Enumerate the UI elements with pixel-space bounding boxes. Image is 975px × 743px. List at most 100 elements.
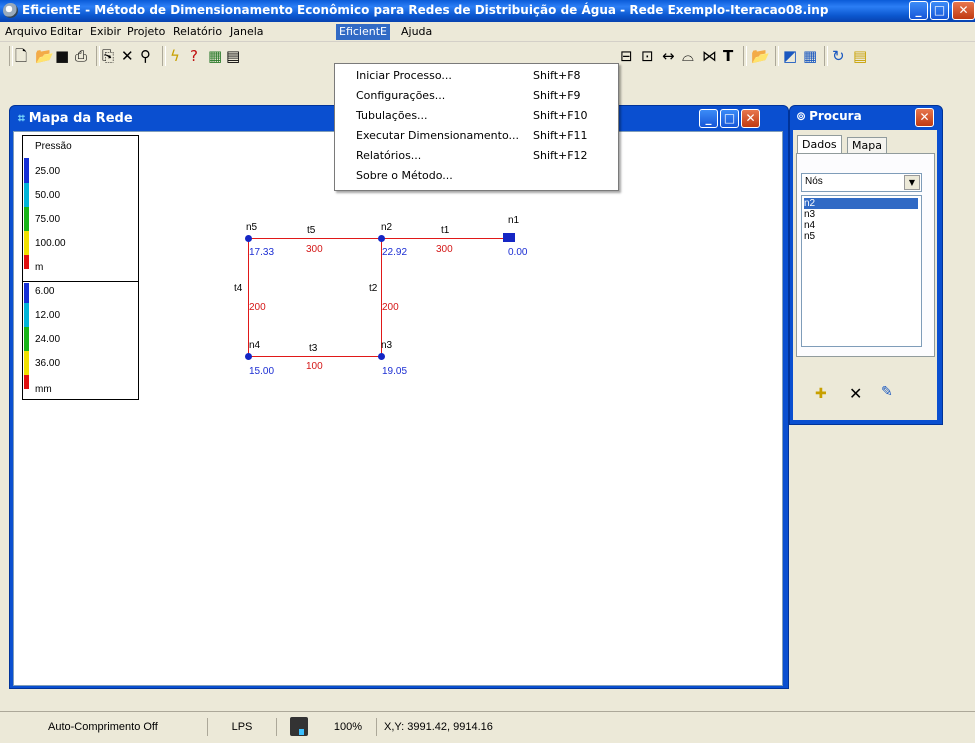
menu-eficiente[interactable]: EficientE xyxy=(336,24,390,40)
menu-item-label: Iniciar Processo... xyxy=(356,69,452,82)
legend-value: 25.00 xyxy=(35,166,61,177)
menu-ajuda[interactable]: Ajuda xyxy=(398,24,435,40)
legend-color xyxy=(24,231,29,255)
node-marker[interactable] xyxy=(245,235,252,242)
menu-item-label: Relatórios... xyxy=(356,149,422,162)
menu-item-label: Executar Dimensionamento... xyxy=(356,129,519,142)
refresh-icon[interactable]: ↻ xyxy=(832,48,845,64)
valve-icon[interactable]: ⋈ xyxy=(702,48,717,64)
node-list[interactable]: n2 n3 n4 n5 xyxy=(801,195,922,347)
procura-body: Dados Mapa Nós ▼ n2 n3 n4 n5 ✚ ✕ ✎ xyxy=(793,130,937,420)
pipe-label: t1 xyxy=(441,225,450,236)
map-icon[interactable]: ◩ xyxy=(783,48,797,64)
tab-mapa[interactable]: Mapa xyxy=(847,137,887,154)
add-item-icon[interactable]: ✚ xyxy=(815,386,827,402)
status-auto-length: Auto-Comprimento Off xyxy=(10,718,208,736)
minimize-button[interactable]: _ xyxy=(909,1,928,20)
open-project-icon[interactable]: 📂 xyxy=(751,48,770,64)
menu-projeto[interactable]: Projeto xyxy=(124,24,168,40)
menu-item-shortcut: Shift+F12 xyxy=(533,149,588,162)
legend-color xyxy=(24,303,29,327)
type-select-value: Nós xyxy=(805,176,823,187)
tank-icon[interactable]: ⊡ xyxy=(641,48,654,64)
pipe-value: 100 xyxy=(306,361,323,372)
table-icon[interactable]: ▤ xyxy=(226,48,240,64)
menu-item-executar-dimensionamento[interactable]: Executar Dimensionamento... Shift+F11 xyxy=(335,126,618,146)
pipe-value: 200 xyxy=(249,302,266,313)
node-marker[interactable] xyxy=(378,235,385,242)
close-button[interactable]: ✕ xyxy=(952,1,975,20)
edit-item-icon[interactable]: ✎ xyxy=(881,384,893,400)
pipe-value: 200 xyxy=(382,302,399,313)
save-icon[interactable]: ■ xyxy=(55,48,69,64)
procura-title: Procura xyxy=(809,109,862,123)
graph-icon[interactable]: ▦ xyxy=(208,48,222,64)
delete-icon[interactable]: ✕ xyxy=(121,48,134,64)
chevron-down-icon[interactable]: ▼ xyxy=(904,175,920,190)
open-folder-icon[interactable]: 📂 xyxy=(35,48,54,64)
menu-item-label: Tubulações... xyxy=(356,109,428,122)
map-minimize-button[interactable]: _ xyxy=(699,109,718,128)
menu-janela[interactable]: Janela xyxy=(227,24,267,40)
legend-color xyxy=(24,375,29,389)
map-close-button[interactable]: ✕ xyxy=(741,109,760,128)
menu-item-sobre-o-metodo[interactable]: Sobre o Método... xyxy=(335,166,618,186)
node-marker[interactable] xyxy=(245,353,252,360)
procura-titlebar[interactable]: ⊚ Procura xyxy=(796,109,862,123)
app-icon xyxy=(3,3,18,18)
legend-value: 75.00 xyxy=(35,214,61,225)
node-marker[interactable] xyxy=(378,353,385,360)
delete-item-icon[interactable]: ✕ xyxy=(849,384,862,403)
legend-value: 100.00 xyxy=(35,238,66,249)
find-icon[interactable]: ⚲ xyxy=(140,48,151,64)
list-item[interactable]: n5 xyxy=(804,231,918,242)
legend-color xyxy=(24,283,29,303)
pipe-value: 300 xyxy=(436,244,453,255)
procura-close-button[interactable]: ✕ xyxy=(915,108,934,127)
run-icon[interactable]: ϟ xyxy=(170,48,180,64)
status-units: LPS xyxy=(208,718,277,736)
pipe-icon[interactable]: ↔ xyxy=(662,48,675,64)
window-title: EficientE - Método de Dimensionamento Ec… xyxy=(22,3,829,17)
tab-dados[interactable]: Dados xyxy=(797,135,842,153)
legend-value: 6.00 xyxy=(35,286,55,297)
pressure-legend: Pressão 25.00 50.00 75.00 100.00 m xyxy=(22,135,139,283)
reservoir-marker[interactable] xyxy=(503,233,515,242)
menu-editar[interactable]: Editar xyxy=(47,24,86,40)
print-icon[interactable]: ⎙ xyxy=(75,48,87,64)
map-maximize-button[interactable]: □ xyxy=(720,109,739,128)
new-file-icon[interactable]: 🗋 xyxy=(15,48,27,64)
maximize-button[interactable]: □ xyxy=(930,1,949,20)
node-label: n1 xyxy=(508,215,520,226)
list-item[interactable]: n2 xyxy=(804,198,918,209)
pipe-value: 300 xyxy=(306,244,323,255)
pipe-line[interactable] xyxy=(248,356,382,357)
node-value: 22.92 xyxy=(382,247,408,258)
menu-item-shortcut: Shift+F11 xyxy=(533,129,588,142)
text-icon[interactable]: T xyxy=(723,48,733,64)
report-icon[interactable]: ▤ xyxy=(853,48,867,64)
menu-item-label: Configurações... xyxy=(356,89,446,102)
node-value: 17.33 xyxy=(249,247,275,258)
query-icon[interactable]: ? xyxy=(190,48,198,64)
menu-item-iniciar-processo[interactable]: Iniciar Processo... Shift+F8 xyxy=(335,66,618,86)
junction-icon[interactable]: ⊟ xyxy=(620,48,633,64)
menu-arquivo[interactable]: Arquivo xyxy=(2,24,50,40)
grid-icon[interactable]: ▦ xyxy=(803,48,817,64)
node-label: n3 xyxy=(381,340,393,351)
diameter-legend: 6.00 12.00 24.00 36.00 mm xyxy=(22,281,139,400)
menu-item-tubulacoes[interactable]: Tubulações... Shift+F10 xyxy=(335,106,618,126)
procura-window: ⊚ Procura ✕ Dados Mapa Nós ▼ n2 n3 n4 n5 … xyxy=(789,105,943,425)
node-label: n5 xyxy=(246,222,258,233)
pump-icon[interactable]: ⌓ xyxy=(682,48,694,64)
list-item[interactable]: n3 xyxy=(804,209,918,220)
menu-item-configuracoes[interactable]: Configurações... Shift+F9 xyxy=(335,86,618,106)
legend-color xyxy=(24,207,29,231)
menu-exibir[interactable]: Exibir xyxy=(87,24,124,40)
menu-item-relatorios[interactable]: Relatórios... Shift+F12 xyxy=(335,146,618,166)
legend-value: 36.00 xyxy=(35,358,61,369)
copy-icon[interactable]: ⎘ xyxy=(102,48,114,64)
list-item[interactable]: n4 xyxy=(804,220,918,231)
menu-relatorio[interactable]: Relatório xyxy=(170,24,225,40)
type-select[interactable]: Nós ▼ xyxy=(801,173,922,192)
